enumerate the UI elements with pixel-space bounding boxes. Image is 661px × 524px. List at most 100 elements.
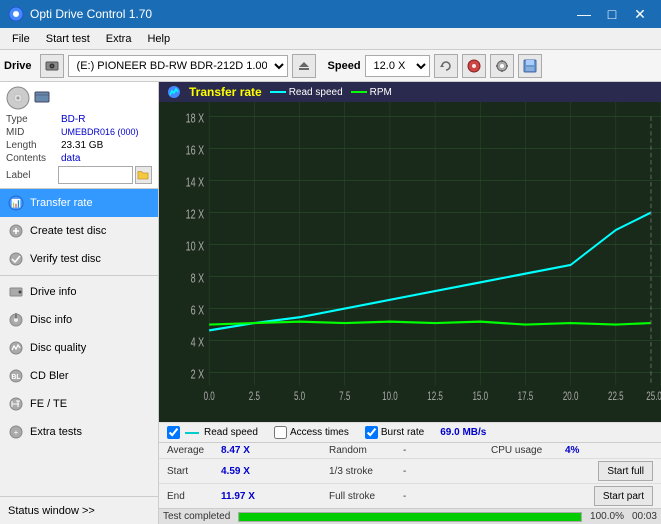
full-stroke-cell: Full stroke - <box>329 491 491 502</box>
read-speed-legend-color <box>270 91 286 93</box>
disc-contents-row: Contents data <box>6 153 152 164</box>
fe-te-label: FE / TE <box>30 398 67 410</box>
burst-rate-value: 69.0 MB/s <box>440 427 486 438</box>
average-cell: Average 8.47 X <box>167 445 329 456</box>
menu-help[interactable]: Help <box>139 31 178 47</box>
nav-items: 📊 Transfer rate Create test disc Verify … <box>0 189 158 496</box>
random-label: Random <box>329 445 399 456</box>
svg-text:20.0: 20.0 <box>563 391 579 404</box>
read-speed-checkbox[interactable] <box>167 426 180 439</box>
stroke13-value: - <box>403 466 423 477</box>
progress-bar <box>238 512 582 522</box>
disc-panel: Type BD-R MID UMEBDR016 (000) Length 23.… <box>0 82 158 189</box>
stats-row-3: End 11.97 X Full stroke - Start part <box>159 484 661 508</box>
type-label: Type <box>6 114 61 125</box>
status-window-label: Status window >> <box>8 505 95 517</box>
speed-refresh-button[interactable] <box>434 54 458 78</box>
drive-info-label: Drive info <box>30 286 76 298</box>
settings-button[interactable] <box>490 54 514 78</box>
nav-fe-te[interactable]: FE / TE <box>0 390 158 418</box>
transfer-rate-icon: 📊 <box>8 195 24 211</box>
nav-create-test-disc[interactable]: Create test disc <box>0 217 158 245</box>
start-cell: Start 4.59 X <box>167 466 329 477</box>
title-bar: Opti Drive Control 1.70 — □ ✕ <box>0 0 661 28</box>
stats-area: Average 8.47 X Random - CPU usage 4% Sta… <box>159 442 661 508</box>
legend-row: Read speed Access times Burst rate 69.0 … <box>159 422 661 442</box>
svg-text:17.5: 17.5 <box>518 391 534 404</box>
contents-label: Contents <box>6 153 61 164</box>
svg-text:+: + <box>14 428 19 437</box>
nav-separator-1 <box>0 275 158 276</box>
disc-header <box>6 86 152 110</box>
save-button[interactable] <box>518 54 542 78</box>
svg-text:8 X: 8 X <box>191 272 205 286</box>
chart-area: 18 X 16 X 14 X 12 X 10 X 8 X 6 X 4 X 2 X… <box>159 102 661 422</box>
stats-row-1: Average 8.47 X Random - CPU usage 4% <box>159 443 661 459</box>
svg-text:4 X: 4 X <box>191 336 205 350</box>
svg-text:5.0: 5.0 <box>294 391 306 404</box>
start-label: Start <box>167 466 217 477</box>
disc-info-label: Disc info <box>30 314 72 326</box>
progress-bar-fill <box>239 513 581 521</box>
fe-te-icon <box>8 396 24 412</box>
length-value: 23.31 GB <box>61 140 103 151</box>
label-input[interactable] <box>58 166 133 184</box>
progress-status: Test completed <box>163 511 230 522</box>
maximize-button[interactable]: □ <box>599 4 625 24</box>
disc-icon <box>6 86 30 110</box>
nav-drive-info[interactable]: Drive info <box>0 278 158 306</box>
minimize-button[interactable]: — <box>571 4 597 24</box>
read-speed-legend: Read speed <box>270 87 343 98</box>
nav-cd-bler[interactable]: BL CD Bler <box>0 362 158 390</box>
window-title: Opti Drive Control 1.70 <box>30 7 571 21</box>
menu-extra[interactable]: Extra <box>98 31 140 47</box>
burst-rate-checkbox[interactable] <box>365 426 378 439</box>
burst-rate-cb-label: Burst rate <box>381 427 424 438</box>
menu-start-test[interactable]: Start test <box>38 31 98 47</box>
progress-container: Test completed 100.0% 00:03 <box>159 508 661 524</box>
cd-bler-label: CD Bler <box>30 370 69 382</box>
svg-text:10.0: 10.0 <box>382 391 398 404</box>
drive-info-icon <box>8 284 24 300</box>
create-test-disc-label: Create test disc <box>30 225 106 237</box>
nav-disc-info[interactable]: i Disc info <box>0 306 158 334</box>
disc-type-row: Type BD-R <box>6 114 152 125</box>
svg-text:22.5: 22.5 <box>608 391 624 404</box>
access-times-cb-item: Access times <box>274 426 349 439</box>
eject-button[interactable] <box>292 54 316 78</box>
nav-transfer-rate[interactable]: 📊 Transfer rate <box>0 189 158 217</box>
label-folder-button[interactable] <box>135 166 152 184</box>
svg-text:0.0: 0.0 <box>204 391 216 404</box>
nav-disc-quality[interactable]: Disc quality <box>0 334 158 362</box>
stats-row-2: Start 4.59 X 1/3 stroke - Start full <box>159 459 661 484</box>
disc-mid-row: MID UMEBDR016 (000) <box>6 127 152 138</box>
speed-label: Speed <box>328 60 361 72</box>
drive-icon-btn[interactable] <box>40 54 64 78</box>
svg-text:18 X: 18 X <box>186 112 205 126</box>
svg-text:i: i <box>15 314 17 321</box>
start-full-button[interactable]: Start full <box>598 461 653 481</box>
read-speed-legend-label: Read speed <box>289 87 343 98</box>
speed-select[interactable]: 12.0 X <box>365 55 430 77</box>
end-cell: End 11.97 X <box>167 491 329 502</box>
close-button[interactable]: ✕ <box>627 4 653 24</box>
read-speed-cb-item: Read speed <box>167 426 258 439</box>
nav-verify-test-disc[interactable]: Verify test disc <box>0 245 158 273</box>
rpm-legend-color <box>351 91 367 93</box>
label-label: Label <box>6 170 58 181</box>
disc-button[interactable] <box>462 54 486 78</box>
menu-file[interactable]: File <box>4 31 38 47</box>
nav-extra-tests[interactable]: + Extra tests <box>0 418 158 446</box>
chart-header-icon <box>167 85 181 99</box>
access-times-checkbox[interactable] <box>274 426 287 439</box>
status-window-button[interactable]: Status window >> <box>0 496 158 524</box>
svg-text:14 X: 14 X <box>186 176 205 190</box>
extra-tests-icon: + <box>8 424 24 440</box>
disc-label-row: Label <box>6 166 152 184</box>
drive-select[interactable]: (E:) PIONEER BD-RW BDR-212D 1.00 <box>68 55 288 77</box>
type-value: BD-R <box>61 114 85 125</box>
disc-length-row: Length 23.31 GB <box>6 140 152 151</box>
mid-value: UMEBDR016 (000) <box>61 127 139 138</box>
random-value: - <box>403 445 423 456</box>
start-part-button[interactable]: Start part <box>594 486 653 506</box>
